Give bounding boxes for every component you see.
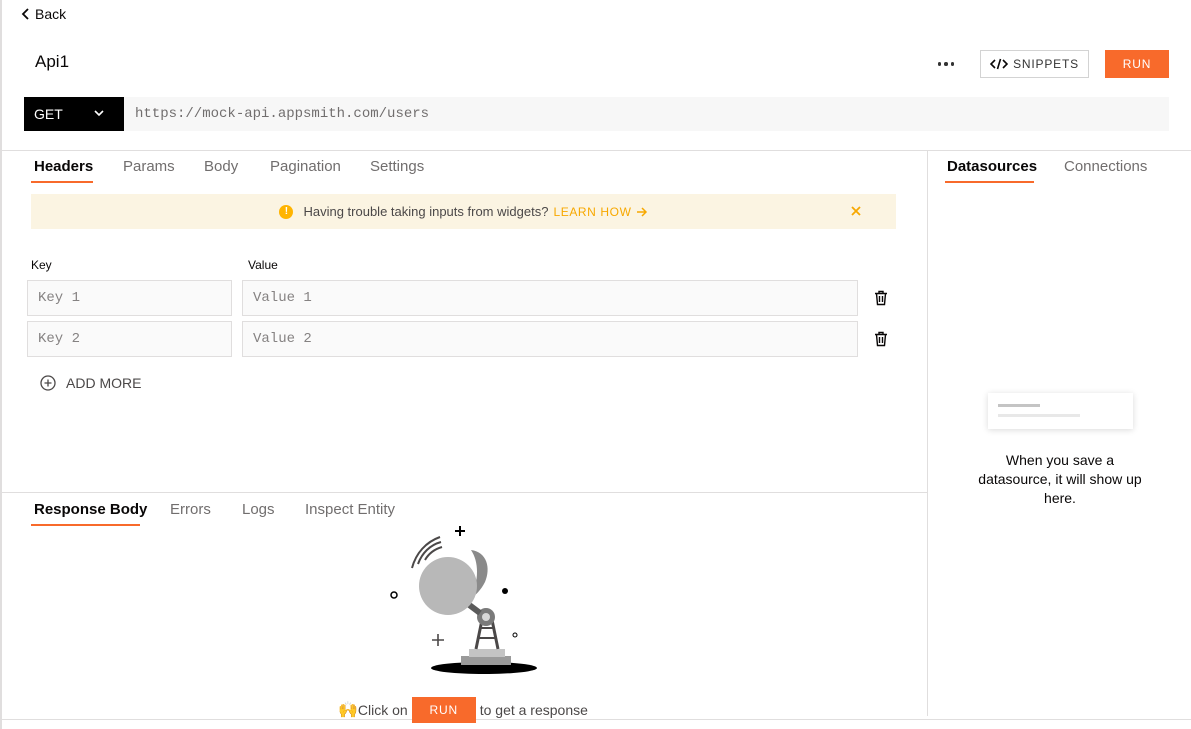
tab-datasources[interactable]: Datasources bbox=[947, 158, 1037, 175]
datasources-empty-text: When you save a datasource, it will show… bbox=[978, 452, 1142, 506]
divider bbox=[2, 150, 1191, 151]
url-input[interactable]: https://mock-api.appsmith.com/users bbox=[124, 97, 1169, 131]
more-options-icon[interactable] bbox=[935, 55, 957, 73]
tab-errors[interactable]: Errors bbox=[170, 501, 211, 518]
trash-icon[interactable] bbox=[874, 290, 888, 306]
header-value-input[interactable]: Value 2 bbox=[242, 321, 858, 357]
value-column-header: Value bbox=[248, 258, 278, 272]
add-more-button[interactable]: ADD MORE bbox=[40, 375, 141, 391]
tab-active-indicator bbox=[31, 524, 140, 526]
header-value-input[interactable]: Value 1 bbox=[242, 280, 858, 316]
close-icon[interactable] bbox=[849, 204, 863, 218]
arrow-right-icon bbox=[636, 206, 647, 217]
tab-active-indicator bbox=[945, 181, 1034, 183]
response-empty-message: 🙌 Click on RUN to get a response bbox=[338, 697, 588, 723]
add-more-label: ADD MORE bbox=[66, 375, 142, 391]
header-key-input[interactable]: Key 2 bbox=[27, 321, 232, 357]
api-name[interactable]: Api1 bbox=[35, 52, 69, 72]
tab-response-body[interactable]: Response Body bbox=[34, 501, 147, 518]
raised-hands-icon: 🙌 bbox=[338, 702, 358, 719]
learn-how-link[interactable]: LEARN HOW bbox=[553, 205, 647, 219]
snippets-label: SNIPPETS bbox=[1013, 57, 1079, 71]
banner-text: Having trouble taking inputs from widget… bbox=[303, 204, 549, 219]
bottom-border bbox=[0, 719, 1191, 720]
chevron-down-icon bbox=[94, 110, 104, 117]
snippets-button[interactable]: SNIPPETS bbox=[980, 50, 1089, 78]
trash-icon[interactable] bbox=[874, 331, 888, 347]
satellite-dish-illustration bbox=[390, 526, 537, 674]
header-key-input[interactable]: Key 1 bbox=[27, 280, 232, 316]
tab-settings[interactable]: Settings bbox=[370, 158, 424, 175]
back-label: Back bbox=[35, 6, 67, 22]
http-method-select[interactable]: GET bbox=[24, 97, 124, 131]
key-column-header: Key bbox=[31, 258, 52, 272]
plus-circle-icon bbox=[40, 375, 56, 391]
back-link[interactable]: Back bbox=[21, 6, 66, 22]
run-button[interactable]: RUN bbox=[1105, 50, 1169, 78]
chevron-left-icon bbox=[21, 8, 29, 20]
tab-connections[interactable]: Connections bbox=[1064, 158, 1147, 175]
tab-body[interactable]: Body bbox=[204, 158, 238, 175]
warning-icon: ! bbox=[279, 204, 294, 219]
tab-headers[interactable]: Headers bbox=[34, 158, 93, 175]
response-divider[interactable] bbox=[2, 492, 927, 493]
left-border bbox=[0, 0, 2, 729]
run-inline-button[interactable]: RUN bbox=[411, 697, 476, 723]
tab-active-indicator bbox=[31, 181, 93, 183]
learn-how-label: LEARN HOW bbox=[553, 204, 632, 219]
info-banner: ! Having trouble taking inputs from widg… bbox=[31, 194, 896, 229]
http-method-value: GET bbox=[34, 106, 63, 122]
response-suffix: to get a response bbox=[479, 702, 588, 718]
tab-pagination[interactable]: Pagination bbox=[270, 158, 341, 175]
pane-divider bbox=[927, 150, 928, 716]
tab-inspect-entity[interactable]: Inspect Entity bbox=[305, 501, 395, 518]
code-icon bbox=[990, 58, 1009, 70]
tab-params[interactable]: Params bbox=[123, 158, 175, 175]
tab-logs[interactable]: Logs bbox=[242, 501, 275, 518]
datasource-placeholder-card bbox=[988, 393, 1133, 429]
response-prefix: Click on bbox=[357, 702, 408, 718]
